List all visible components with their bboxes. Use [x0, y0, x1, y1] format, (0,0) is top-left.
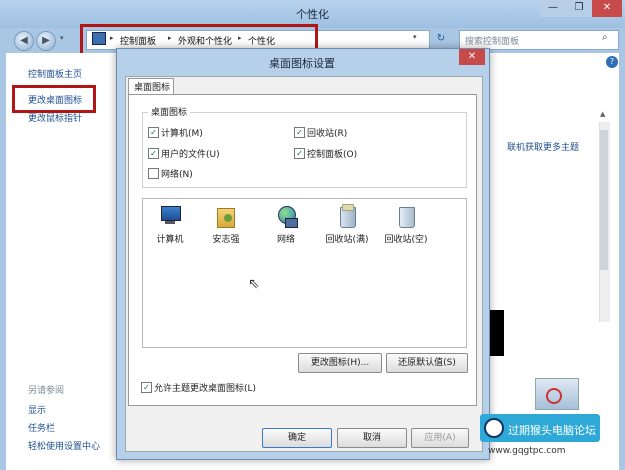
- watermark-url: www.gqgtpc.com: [488, 446, 566, 456]
- checkbox-recycle-bin-label: 回收站(R): [307, 129, 348, 139]
- desktop-icon-list: [142, 198, 467, 348]
- watermark-logo-icon: [484, 418, 504, 438]
- back-button[interactable]: ◀: [14, 31, 34, 51]
- checkbox-allow-themes[interactable]: ✓: [141, 382, 152, 393]
- icon-label-recycle-empty: 回收站(空): [384, 235, 428, 245]
- checkbox-control-panel[interactable]: ✓: [294, 148, 305, 159]
- icon-label-user-files: 安志强: [212, 235, 240, 245]
- sidebar-link-taskbar[interactable]: 任务栏: [28, 421, 55, 434]
- search-icon[interactable]: ⌕: [602, 32, 608, 43]
- maximize-button[interactable]: ❐: [566, 0, 592, 17]
- sidebar-item-home[interactable]: 控制面板主页: [28, 67, 82, 80]
- dialog-title: 桌面图标设置: [269, 57, 335, 70]
- refresh-icon[interactable]: ↻: [432, 30, 450, 48]
- restore-default-button[interactable]: 还原默认值(S): [386, 353, 468, 373]
- checkbox-user-files[interactable]: ✓: [148, 148, 159, 159]
- mouse-cursor-icon: ⇖: [248, 276, 260, 292]
- cancel-button[interactable]: 取消: [337, 428, 407, 448]
- sidebar-link-display[interactable]: 显示: [28, 403, 46, 416]
- tab-label: 桌面图标: [134, 83, 171, 93]
- scrollbar-thumb[interactable]: [600, 130, 608, 270]
- recycle-bin-full-icon[interactable]: [336, 204, 358, 228]
- user-folder-icon[interactable]: [215, 204, 237, 228]
- online-themes-link[interactable]: 联机获取更多主题: [507, 140, 579, 153]
- address-dropdown-icon[interactable]: ▾: [413, 33, 417, 41]
- icon-label-computer: 计算机: [156, 235, 184, 245]
- search-placeholder: 搜索控制面板: [465, 37, 520, 47]
- sidebar-link-ease-of-access[interactable]: 轻松使用设置中心: [28, 439, 100, 452]
- group-title: 桌面图标: [148, 105, 191, 118]
- scroll-up-icon[interactable]: ▲: [600, 110, 605, 118]
- help-icon[interactable]: ?: [606, 56, 618, 68]
- sidebar-highlight-box: [12, 85, 96, 113]
- network-icon[interactable]: [275, 204, 298, 228]
- icon-label-recycle-full: 回收站(满): [325, 235, 369, 245]
- close-button[interactable]: ✕: [592, 0, 622, 17]
- checkbox-control-panel-label: 控制面板(O): [307, 150, 358, 160]
- minimize-button[interactable]: —: [540, 0, 566, 17]
- apply-button[interactable]: 应用(A): [411, 428, 469, 448]
- see-also-title: 另请参阅: [28, 386, 65, 396]
- ok-button[interactable]: 确定: [262, 428, 332, 448]
- dialog-close-button[interactable]: ✕: [459, 49, 485, 65]
- icon-label-network: 网络: [276, 235, 295, 245]
- no-screensaver-icon: [546, 388, 562, 404]
- recycle-bin-empty-icon[interactable]: [395, 204, 417, 228]
- window-title: 个性化: [296, 8, 329, 21]
- checkbox-user-files-label: 用户的文件(U): [161, 150, 220, 160]
- recent-pages-icon[interactable]: ▾: [60, 34, 64, 42]
- watermark-text: 过期猴头电脑论坛: [508, 424, 596, 437]
- computer-icon[interactable]: [159, 204, 181, 228]
- checkbox-recycle-bin[interactable]: ✓: [294, 127, 305, 138]
- checkbox-network[interactable]: [148, 168, 159, 179]
- checkbox-allow-themes-label: 允许主题更改桌面图标(L): [154, 384, 257, 394]
- checkbox-computer[interactable]: ✓: [148, 127, 159, 138]
- change-icon-button[interactable]: 更改图标(H)...: [298, 353, 382, 373]
- checkbox-network-label: 网络(N): [161, 170, 193, 180]
- forward-button[interactable]: ▶: [36, 31, 56, 51]
- checkbox-computer-label: 计算机(M): [161, 129, 203, 139]
